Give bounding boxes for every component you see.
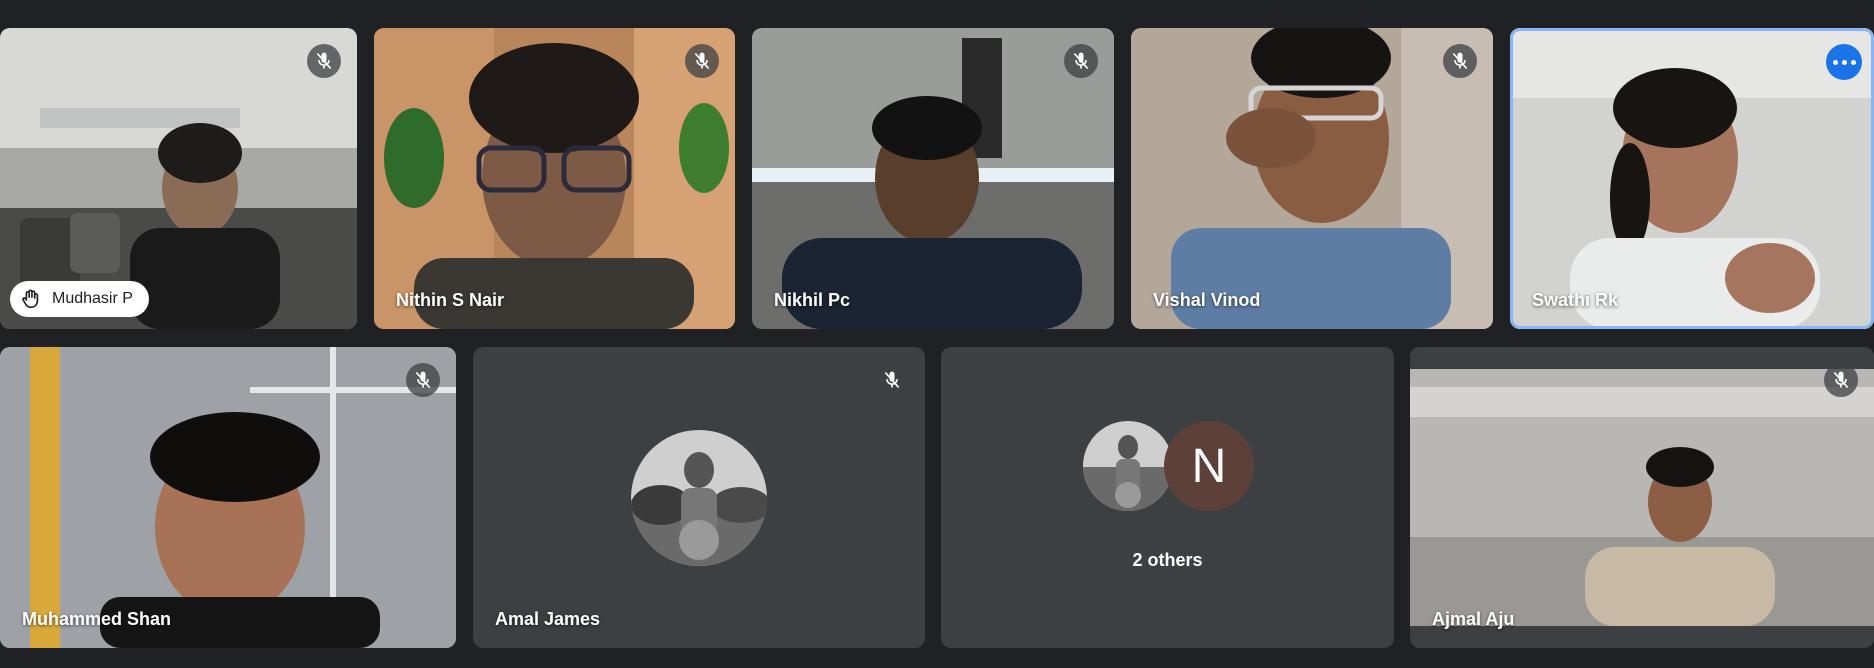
participant-video xyxy=(374,28,735,329)
participant-name: Nithin S Nair xyxy=(396,290,505,310)
letter-avatar: N xyxy=(1164,421,1254,511)
participant-name: Ajmal Aju xyxy=(1432,609,1515,629)
hand-raised-icon xyxy=(20,288,42,310)
participant-tile-amal[interactable]: Amal James xyxy=(473,347,925,648)
participant-name: Muhammed Shan xyxy=(22,609,172,629)
participant-tile-ajmal[interactable]: Ajmal Aju xyxy=(1410,347,1874,648)
participant-name: Amal James xyxy=(495,609,601,629)
mic-off-icon xyxy=(1064,44,1098,78)
mic-off-icon xyxy=(1443,44,1477,78)
participant-name: Vishal Vinod xyxy=(1153,290,1261,310)
mic-off-icon xyxy=(406,363,440,397)
participant-tile-mudhasir[interactable]: Mudhasir P xyxy=(0,28,357,329)
participant-video xyxy=(1131,28,1493,329)
participant-video xyxy=(0,347,456,648)
avatar xyxy=(631,430,767,566)
mic-off-icon xyxy=(307,44,341,78)
participant-tile-vishal[interactable]: Vishal Vinod xyxy=(1131,28,1493,329)
mic-off-icon xyxy=(1824,363,1858,397)
participant-video xyxy=(1410,347,1874,648)
participant-video xyxy=(1510,28,1874,329)
hand-raised-badge: Mudhasir P xyxy=(10,281,149,317)
avatar xyxy=(1083,421,1173,511)
participant-tile-muhammed[interactable]: Muhammed Shan xyxy=(0,347,456,648)
participant-tile-nikhil[interactable]: Nikhil Pc xyxy=(752,28,1114,329)
mic-off-icon xyxy=(875,363,909,397)
participant-tile-others[interactable]: N 2 others xyxy=(941,347,1394,648)
participant-tile-swathi[interactable]: Swathi Rk xyxy=(1510,28,1874,329)
participant-video xyxy=(752,28,1114,329)
mic-off-icon xyxy=(685,44,719,78)
more-options-icon[interactable] xyxy=(1826,44,1862,80)
others-count-label: 2 others xyxy=(1132,550,1203,570)
participant-name: Swathi Rk xyxy=(1532,290,1619,310)
participant-name: Mudhasir P xyxy=(52,290,133,307)
participant-tile-nithin[interactable]: Nithin S Nair xyxy=(374,28,735,329)
participant-name: Nikhil Pc xyxy=(774,290,851,310)
